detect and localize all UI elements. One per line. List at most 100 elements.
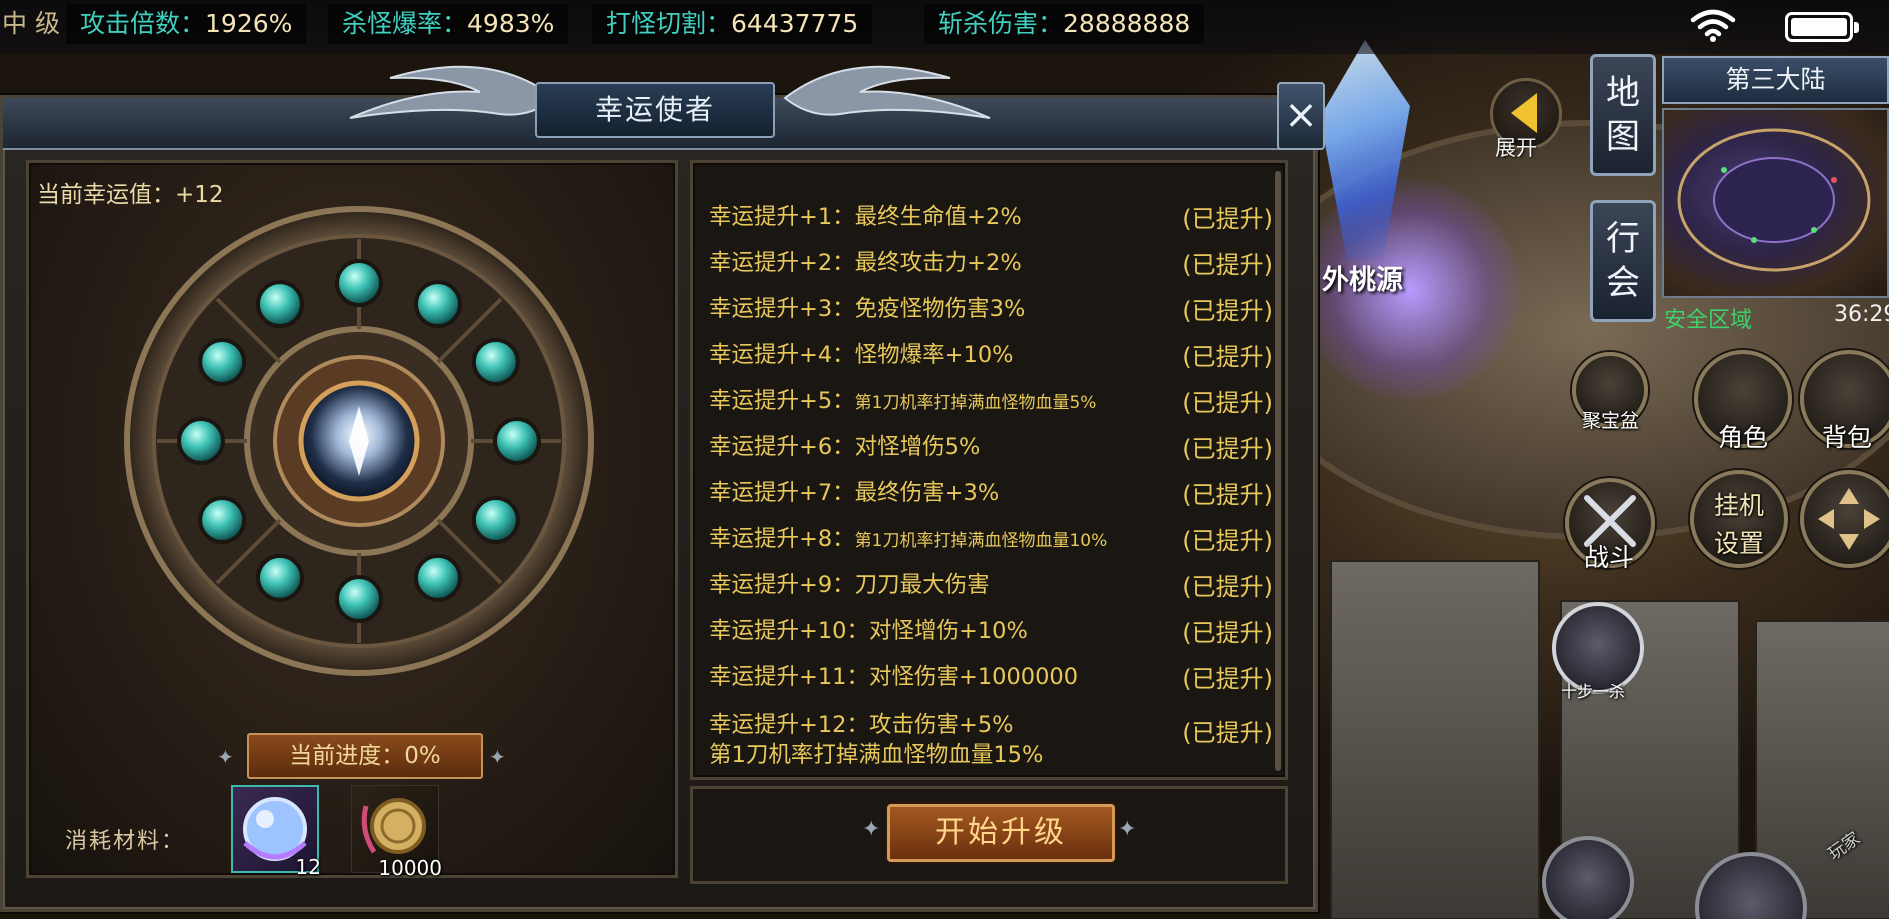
region-name: 第三大陆 <box>1662 56 1889 104</box>
luck-level: 幸运提升+7： <box>709 480 855 506</box>
luck-level-row: 幸运提升+10：对怪增伤+10% (已提升) <box>709 607 1279 647</box>
minimap-terrain <box>1677 128 1871 272</box>
move-pad-button[interactable] <box>1800 470 1889 568</box>
safe-zone-label: 安全区域 <box>1664 308 1753 333</box>
stat-value: 64437775 <box>731 9 859 38</box>
current-progress-label: 当前进度：0% <box>247 733 483 779</box>
wifi-icon <box>1690 9 1736 42</box>
luck-level-row: 幸运提升+7：最终伤害+3% (已提升) <box>709 469 1279 509</box>
luck-state: (已提升) <box>1182 343 1273 371</box>
luck-level-extra: 第1刀机率打掉满血怪物血量15% <box>709 742 1044 768</box>
luck-effect: 最终生命值+2% <box>854 204 1022 230</box>
luck-gem <box>414 280 462 329</box>
luck-gem <box>198 338 247 386</box>
luck-level: 幸运提升+2： <box>709 250 855 276</box>
luck-effect: 免疫怪物伤害3% <box>854 296 1026 322</box>
stone-pillar <box>1330 560 1540 919</box>
right-wing-ornament <box>783 65 991 119</box>
luck-effect: 刀刀最大伤害 <box>854 572 990 598</box>
luck-state: (已提升) <box>1182 251 1273 279</box>
luck-level-row: 幸运提升+3：免疫怪物伤害3% (已提升) <box>709 285 1279 325</box>
luck-state: (已提升) <box>1182 719 1273 747</box>
material-slot-crystal-orb[interactable]: 12 <box>231 785 321 879</box>
treasure-bowl-label: 聚宝盆 <box>1582 410 1640 432</box>
luck-wheel <box>124 206 594 676</box>
luck-level: 幸运提升+3： <box>709 296 855 322</box>
luck-level: 幸运提升+1： <box>709 204 855 230</box>
luck-state: (已提升) <box>1182 573 1273 601</box>
luck-effect: 第1刀机率打掉满血怪物血量10% <box>854 531 1108 551</box>
luck-gem <box>177 417 225 465</box>
ornament-left-icon: ✦ <box>217 745 234 769</box>
luck-level: 幸运提升+12： <box>709 712 869 738</box>
stat-key: 杀怪爆率： <box>342 9 468 38</box>
luck-effect: 怪物爆率+10% <box>854 342 1014 368</box>
luck-effect: 对怪伤害+1000000 <box>868 664 1079 690</box>
material-count: 12 <box>295 855 321 879</box>
luck-level-row: 幸运提升+9：刀刀最大伤害 (已提升) <box>709 561 1279 601</box>
auto-settings-label-2: 设置 <box>1714 529 1765 558</box>
luck-level: 幸运提升+10： <box>709 618 869 644</box>
luck-gem <box>256 280 304 329</box>
arrow-left-icon <box>1511 93 1537 133</box>
auto-settings-label-1: 挂机 <box>1714 491 1765 520</box>
top-status-bar: 中 级 攻击倍数：1926% 杀怪爆率：4983% 打怪切割：64437775 … <box>0 0 1889 54</box>
battery-icon <box>1785 12 1859 42</box>
luck-level: 幸运提升+4： <box>709 342 855 368</box>
stat-key: 斩杀伤害： <box>938 9 1064 38</box>
luck-level-row: 幸运提升+11：对怪伤害+1000000 (已提升) <box>709 653 1279 693</box>
stat-kill-damage: 斩杀伤害：28888888 <box>924 4 1205 44</box>
map-button[interactable]: 地图 <box>1590 54 1656 176</box>
stat-value: 28888888 <box>1063 9 1191 38</box>
luck-state: (已提升) <box>1182 205 1273 233</box>
luck-gem <box>493 417 541 465</box>
status-left-stub: 中 级 <box>2 9 60 38</box>
ornament-left-icon: ✦ <box>862 817 881 842</box>
luck-gem <box>414 553 462 602</box>
luck-effect: 对怪增伤5% <box>854 434 981 460</box>
luck-level: 幸运提升+9： <box>709 572 855 598</box>
luck-effect: 第1刀机率打掉满血怪物血量5% <box>854 393 1097 413</box>
minimap[interactable] <box>1662 108 1889 298</box>
luck-gem <box>335 259 383 307</box>
auto-settings-button[interactable]: 挂机 设置 <box>1690 470 1788 568</box>
material-slot-gold-coin[interactable]: 10000 <box>351 785 442 880</box>
luck-state: (已提升) <box>1182 435 1273 463</box>
luck-gem <box>335 575 383 623</box>
luck-state: (已提升) <box>1182 297 1273 325</box>
luck-effect: 最终攻击力+2% <box>854 250 1022 276</box>
luck-state: (已提升) <box>1182 527 1273 555</box>
luck-gem <box>471 338 520 386</box>
luck-level-row: 幸运提升+2：最终攻击力+2% (已提升) <box>709 239 1279 279</box>
close-icon: × <box>1284 92 1318 138</box>
luck-level: 幸运提升+5： <box>709 388 855 414</box>
expand-label: 展开 <box>1495 136 1537 160</box>
stat-value: 1926% <box>205 9 293 38</box>
stat-drop-rate: 杀怪爆率：4983% <box>328 4 569 44</box>
bag-label: 背包 <box>1822 423 1873 452</box>
luck-level-row: 幸运提升+12：攻击伤害+5% (已提升) <box>709 701 1279 747</box>
materials-label: 消耗材料： <box>65 829 186 854</box>
luck-state: (已提升) <box>1182 389 1273 417</box>
luck-state: (已提升) <box>1182 619 1273 647</box>
close-button[interactable]: × <box>1277 82 1325 150</box>
guild-button[interactable]: 行会 <box>1590 200 1656 322</box>
luck-level-row: 幸运提升+8：第1刀机率打掉满血怪物血量10% (已提升) <box>709 515 1279 555</box>
luck-effect: 攻击伤害+5% <box>868 712 1014 738</box>
skill-slot-button[interactable] <box>1542 836 1634 919</box>
character-label: 角色 <box>1718 423 1769 452</box>
stat-key: 打怪切割： <box>606 9 732 38</box>
panel-title: 幸运使者 <box>535 82 775 138</box>
luck-gem <box>256 553 304 602</box>
luck-gem <box>471 496 520 544</box>
location-name-label: 外桃源 <box>1322 265 1403 296</box>
luck-level-list[interactable]: 幸运提升+1：最终生命值+2% (已提升) 幸运提升+2：最终攻击力+2% (已… <box>690 160 1288 780</box>
stat-attack-multiplier: 攻击倍数：1926% <box>66 4 307 44</box>
luck-effect: 最终伤害+3% <box>854 480 1000 506</box>
stat-key: 攻击倍数： <box>80 9 206 38</box>
ornament-right-icon: ✦ <box>489 745 506 769</box>
battle-label: 战斗 <box>1584 543 1635 572</box>
luck-effect: 对怪增伤+10% <box>868 618 1028 644</box>
start-upgrade-button[interactable]: 开始升级 <box>887 804 1115 862</box>
luck-level: 幸运提升+6： <box>709 434 855 460</box>
